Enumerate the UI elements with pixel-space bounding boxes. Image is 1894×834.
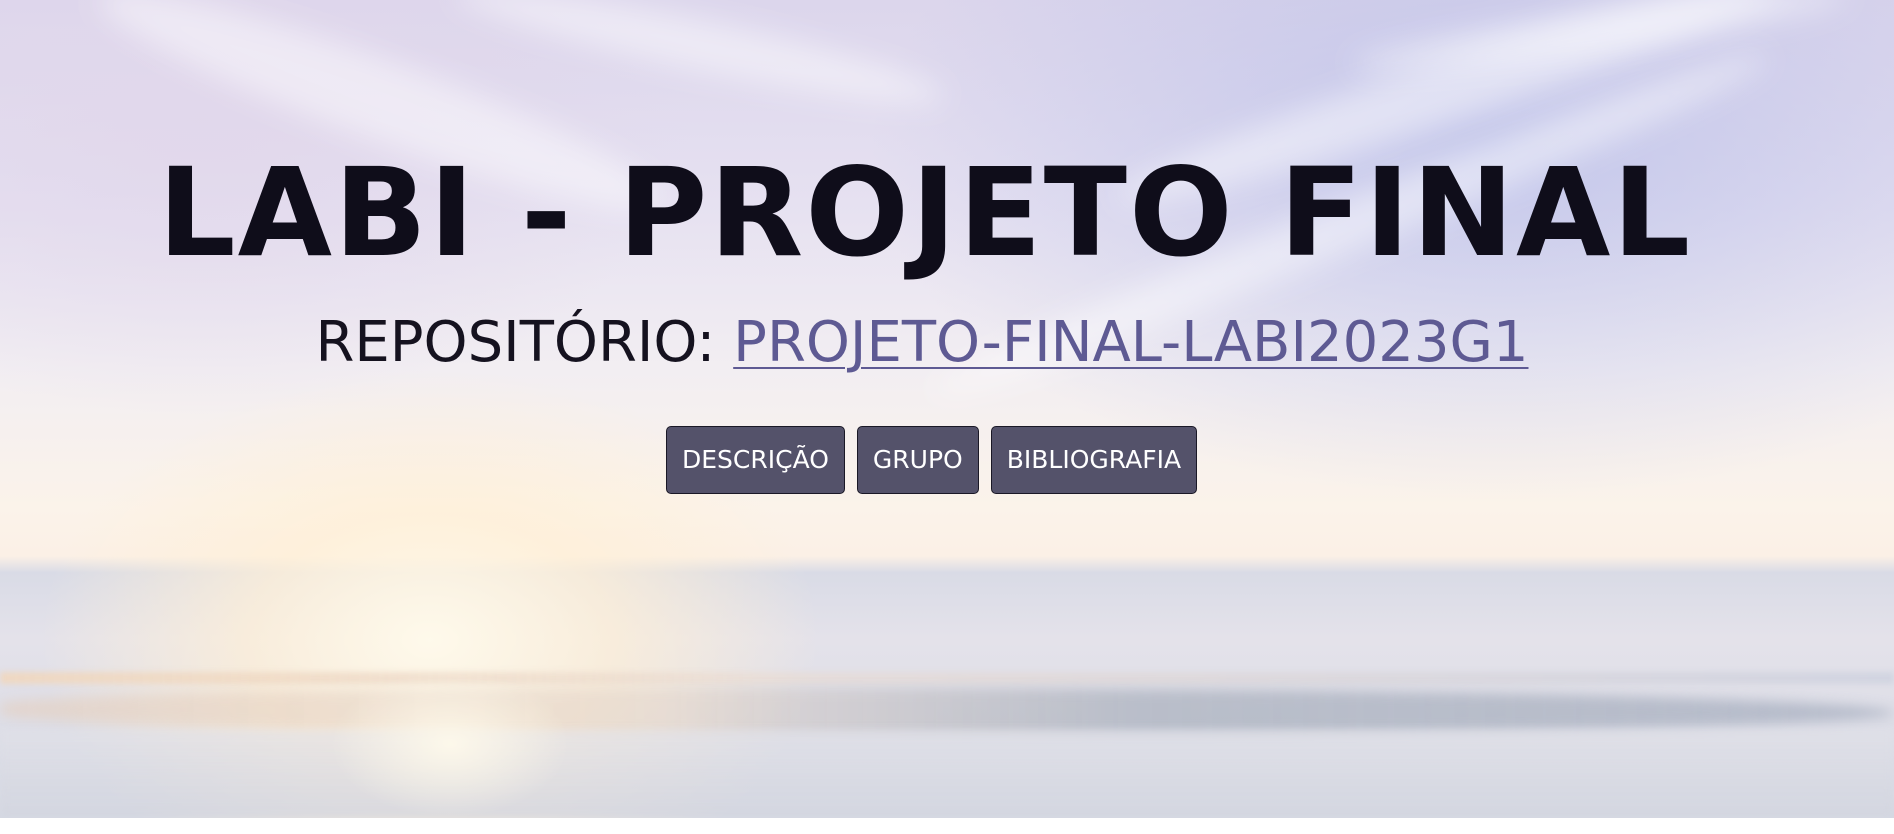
repository-line: REPOSITÓRIO: PROJETO-FINAL-LABI2023G1 (0, 308, 1844, 378)
page-title: LABI - PROJETO FINAL (157, 142, 1693, 284)
grupo-button[interactable]: GRUPO (856, 426, 979, 494)
repository-label: REPOSITÓRIO: (315, 310, 734, 375)
repository-link[interactable]: PROJETO-FINAL-LABI2023G1 (733, 310, 1528, 375)
hero-background-image (0, 0, 1894, 818)
bibliografia-button[interactable]: BIBLIOGRAFIA (990, 426, 1198, 494)
nav-buttons: DESCRIÇÃO GRUPO BIBLIOGRAFIA (666, 426, 1198, 494)
descricao-button[interactable]: DESCRIÇÃO (666, 426, 845, 494)
